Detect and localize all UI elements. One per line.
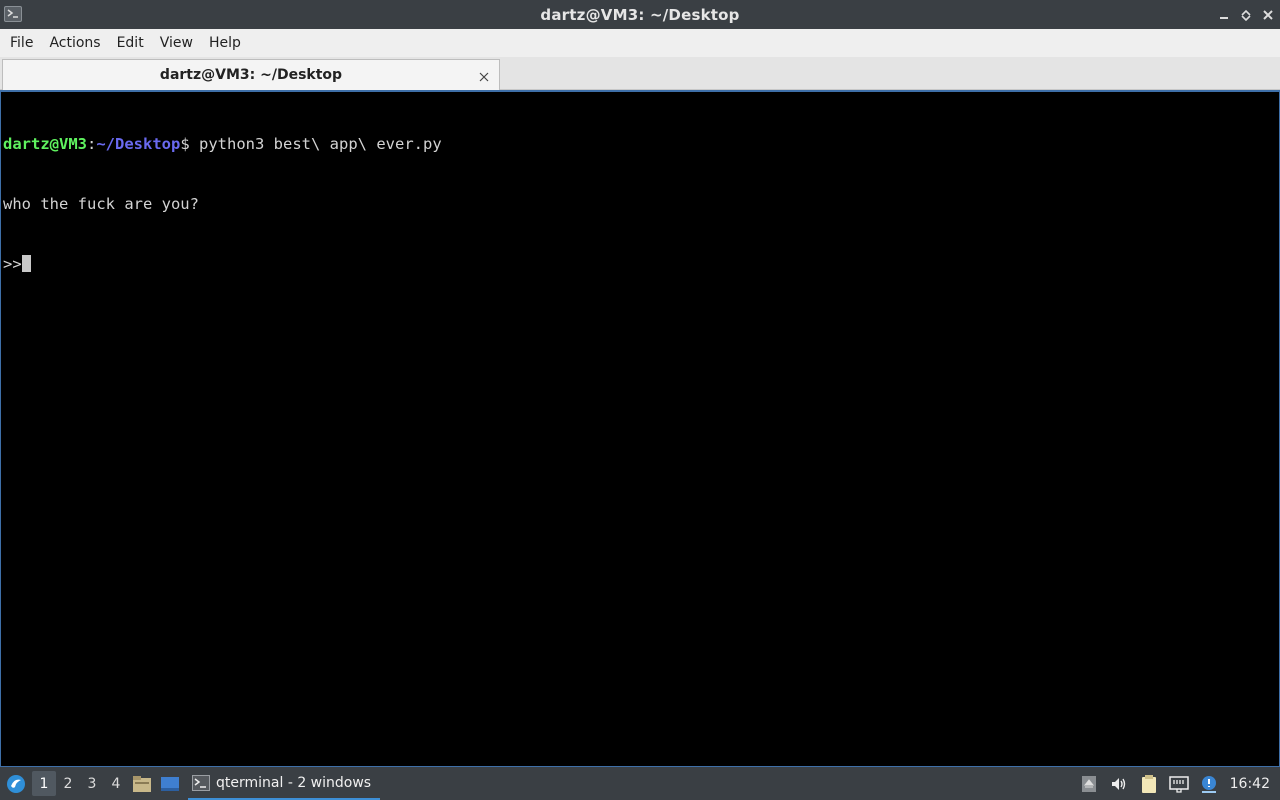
menu-actions[interactable]: Actions	[41, 35, 108, 51]
terminal-icon	[192, 774, 210, 791]
taskbar: 1 2 3 4 qterminal - 2 windows 16:42	[0, 767, 1280, 800]
network-icon[interactable]	[1164, 767, 1194, 800]
terminal-command: python3 best\ app\ ever.py	[189, 135, 442, 153]
prompt-symbol: $	[180, 135, 190, 153]
terminal-input-line: >>	[3, 254, 1279, 274]
workspace-1[interactable]: 1	[32, 771, 56, 796]
volume-icon[interactable]	[1104, 767, 1134, 800]
terminal-icon[interactable]	[4, 6, 22, 22]
lxqt-start-icon[interactable]	[0, 767, 32, 800]
window-titlebar[interactable]: dartz@VM3: ~/Desktop	[0, 0, 1280, 29]
terminal-output-line: who the fuck are you?	[3, 195, 199, 213]
text-cursor	[21, 255, 31, 272]
clock[interactable]: 16:42	[1224, 776, 1280, 792]
minimize-icon[interactable]	[1218, 9, 1230, 21]
task-label: qterminal - 2 windows	[216, 774, 372, 791]
update-notifier-icon[interactable]	[1194, 767, 1224, 800]
window-controls	[1218, 0, 1274, 29]
prompt-user: dartz@VM3	[3, 135, 87, 153]
menu-file[interactable]: File	[2, 35, 41, 51]
menu-view[interactable]: View	[152, 35, 201, 51]
clipboard-icon[interactable]	[1134, 767, 1164, 800]
task-qterminal[interactable]: qterminal - 2 windows	[188, 767, 380, 800]
menu-help[interactable]: Help	[201, 35, 249, 51]
workspace-4[interactable]: 4	[104, 771, 128, 796]
menu-bar: File Actions Edit View Help	[0, 29, 1280, 57]
desktop-icon[interactable]	[156, 767, 184, 800]
eject-icon[interactable]	[1074, 767, 1104, 800]
tab-label: dartz@VM3: ~/Desktop	[159, 67, 343, 83]
terminal-command-line: dartz@VM3:~/Desktop$ python3 best\ app\ …	[3, 134, 1279, 154]
close-icon[interactable]	[478, 68, 490, 82]
workspace-2[interactable]: 2	[56, 771, 80, 796]
workspace-3[interactable]: 3	[80, 771, 104, 796]
input-prompt: >>	[3, 255, 22, 273]
maximize-icon[interactable]	[1240, 9, 1252, 21]
prompt-path: ~/Desktop	[96, 135, 181, 153]
window-title: dartz@VM3: ~/Desktop	[540, 5, 740, 24]
terminal-area[interactable]: dartz@VM3:~/Desktop$ python3 best\ app\ …	[0, 90, 1280, 767]
menu-edit[interactable]: Edit	[109, 35, 152, 51]
system-tray: 16:42	[1074, 767, 1280, 800]
tab-bar: dartz@VM3: ~/Desktop	[0, 57, 1280, 90]
close-icon[interactable]	[1262, 9, 1274, 21]
file-manager-icon[interactable]	[128, 767, 156, 800]
prompt-colon: :	[87, 135, 97, 153]
tab-terminal[interactable]: dartz@VM3: ~/Desktop	[2, 59, 500, 90]
